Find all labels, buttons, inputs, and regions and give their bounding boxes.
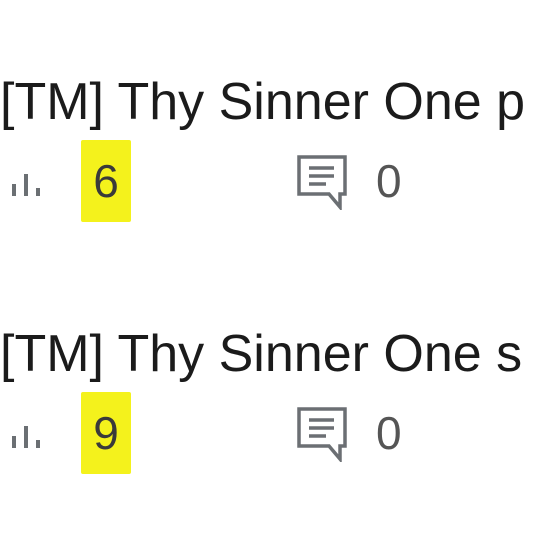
bar-chart-icon: [12, 174, 40, 196]
post-list: [TM] Thy Sinner One p 6 0 [TM] Thy Sinne…: [0, 0, 560, 560]
comments-count[interactable]: 0: [376, 392, 402, 474]
views-count: 9: [81, 392, 131, 474]
views-count: 6: [81, 140, 131, 222]
comment-icon[interactable]: [296, 154, 348, 210]
comment-icon[interactable]: [296, 406, 348, 462]
list-item[interactable]: [TM] Thy Sinner One s 9 0: [0, 312, 560, 474]
bar-chart-icon: [12, 426, 40, 448]
comments-count[interactable]: 0: [376, 140, 402, 222]
list-item[interactable]: [TM] Thy Sinner One p 6 0: [0, 60, 560, 222]
post-stats: 6 0: [0, 140, 560, 230]
post-title[interactable]: [TM] Thy Sinner One s: [0, 322, 560, 386]
post-stats: 9 0: [0, 392, 560, 482]
post-title[interactable]: [TM] Thy Sinner One p: [0, 70, 560, 134]
